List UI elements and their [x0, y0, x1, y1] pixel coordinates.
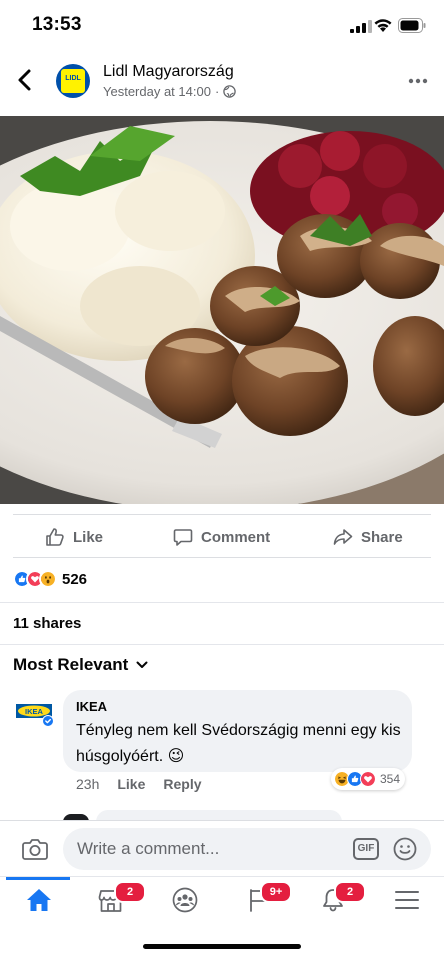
gif-icon[interactable]: GIF — [353, 838, 379, 860]
page-avatar[interactable]: LIDL — [56, 64, 90, 98]
comment-like-button[interactable]: Like — [117, 776, 145, 792]
status-bar: 13:53 — [0, 0, 444, 54]
nav-item-menu[interactable] — [376, 877, 436, 927]
camera-icon[interactable] — [22, 837, 48, 861]
nav-item-notifications[interactable]: 2 — [302, 877, 366, 927]
nav-item-groups[interactable] — [154, 877, 214, 927]
comment-meta: 23h Like Reply — [76, 776, 202, 792]
like-button[interactable]: Like — [45, 515, 103, 559]
nav-item-home[interactable] — [8, 877, 68, 927]
more-options-icon[interactable] — [408, 78, 428, 84]
globe-icon — [223, 85, 237, 98]
post-header: LIDL Lidl Magyarország Yesterday at 14:0… — [0, 54, 444, 114]
nav-item-pages[interactable]: 9+ — [228, 877, 292, 927]
comment-icon — [173, 529, 193, 546]
nav-item-marketplace[interactable]: 2 — [80, 877, 146, 927]
divider — [0, 644, 444, 645]
logo-text: LIDL — [65, 75, 81, 82]
comment-author[interactable]: IKEA — [76, 699, 107, 714]
comment-reply-button[interactable]: Reply — [163, 776, 201, 792]
menu-icon — [395, 891, 419, 909]
pages-badge: 9+ — [260, 881, 292, 903]
share-label: Share — [361, 528, 403, 546]
commenter-avatar[interactable]: IKEA — [14, 698, 54, 728]
reactions-summary[interactable]: 526 — [13, 567, 87, 591]
divider — [0, 602, 444, 603]
ikea-logo-text: IKEA — [25, 707, 44, 716]
emoji-icon[interactable] — [393, 837, 417, 861]
like-label: Like — [73, 528, 104, 546]
comment-label: Comment — [201, 528, 271, 546]
thumbs-up-icon — [46, 528, 64, 546]
home-icon — [27, 889, 51, 911]
wifi-icon — [374, 19, 392, 32]
sort-label: Most Relevant — [13, 655, 129, 674]
comment-reaction-count: 354 — [380, 772, 401, 786]
post-photo[interactable] — [0, 116, 444, 504]
share-button[interactable]: Share — [333, 515, 403, 559]
meatballs-photo — [0, 116, 444, 504]
reaction-count: 526 — [62, 570, 88, 588]
comment-age: 23h — [76, 776, 100, 792]
status-time: 13:53 — [32, 14, 82, 35]
signal-icon — [350, 20, 372, 33]
comment-button[interactable]: Comment — [173, 515, 270, 559]
notifications-badge: 2 — [334, 881, 366, 903]
back-icon[interactable] — [14, 68, 36, 92]
marketplace-badge: 2 — [114, 881, 146, 903]
bottom-navigation: 2 9+ 2 — [0, 876, 444, 926]
comment-sort-dropdown[interactable]: Most Relevant — [13, 655, 148, 675]
battery-icon — [398, 18, 426, 33]
post-meta: Yesterday at 14:00 · — [103, 84, 237, 99]
chevron-down-icon — [136, 661, 148, 668]
wow-reaction-icon — [39, 570, 57, 588]
comment-bubble[interactable]: IKEA Tényleg nem kell Svédországig menni… — [63, 690, 412, 772]
love-reaction-icon — [360, 771, 376, 787]
ikea-logo: IKEA — [16, 704, 54, 727]
groups-icon — [172, 887, 198, 913]
post-timestamp[interactable]: Yesterday at 14:00 — [103, 84, 211, 99]
shares-count[interactable]: 11 shares — [13, 615, 81, 632]
comment-text: Tényleg nem kell Svédországig menni egy … — [76, 722, 401, 765]
meta-separator: · — [214, 84, 220, 99]
share-icon — [333, 529, 353, 545]
page-name[interactable]: Lidl Magyarország — [103, 63, 234, 81]
comment-reactions[interactable]: 354 — [331, 768, 406, 790]
home-indicator — [143, 944, 301, 949]
comment-composer: GIF — [0, 820, 444, 876]
post-action-bar: Like Comment Share — [13, 514, 431, 558]
